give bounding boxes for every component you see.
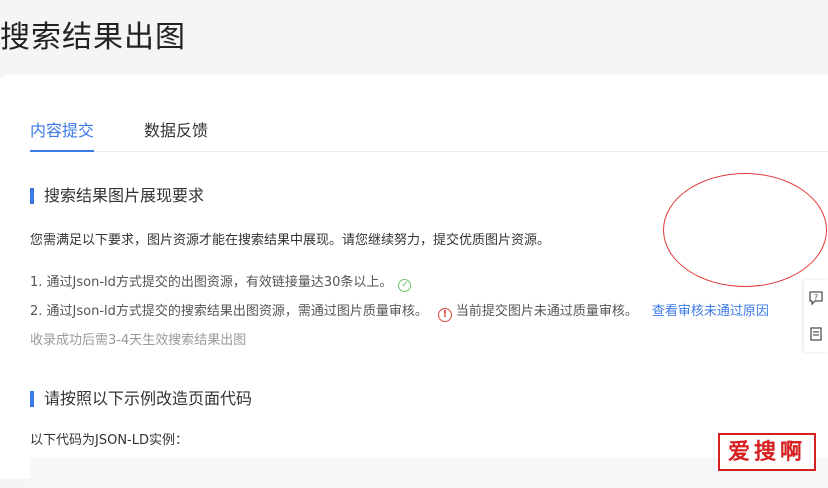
requirements-section-title: 搜索结果图片展现要求 — [30, 186, 204, 206]
tab-bar: 内容提交 数据反馈 — [30, 119, 828, 152]
warning-circle-icon: ! — [437, 308, 452, 322]
view-rejection-reason-link[interactable]: 查看审核未通过原因 — [652, 304, 769, 319]
effective-time-note: 收录成功后需3-4天生效搜索结果出图 — [30, 333, 247, 348]
side-toolbar: ? — [804, 280, 828, 352]
requirement-item-2-text: 2. 通过Json-ld方式提交的搜索结果出图资源，需通过图片质量审核。 — [30, 304, 428, 319]
watermark-logo: 爱搜啊 — [718, 433, 816, 471]
feedback-question-icon[interactable]: ? — [804, 280, 828, 316]
requirement-item-1-text: 1. 通过Json-ld方式提交的出图资源，有效链接量达30条以上。 — [30, 275, 393, 290]
tab-content-submit[interactable]: 内容提交 — [30, 119, 94, 152]
code-example-block — [30, 458, 828, 488]
requirements-intro: 您需满足以下要求，图片资源才能在搜索结果中展现。请您继续努力，提交优质图片资源。 — [30, 233, 551, 248]
requirement-item-1: 1. 通过Json-ld方式提交的出图资源，有效链接量达30条以上。 ✓ — [30, 274, 412, 292]
example-intro: 以下代码为JSON-LD实例： — [30, 433, 188, 448]
check-circle-icon: ✓ — [398, 279, 412, 292]
annotation-ellipse — [663, 173, 827, 287]
document-icon[interactable] — [804, 316, 828, 352]
tab-data-feedback[interactable]: 数据反馈 — [144, 119, 208, 152]
requirement-item-2: 2. 通过Json-ld方式提交的搜索结果出图资源，需通过图片质量审核。! 当前提… — [30, 303, 769, 322]
requirement-item-2-warning: 当前提交图片未通过质量审核。 — [455, 304, 638, 319]
example-section-title: 请按照以下示例改造页面代码 — [30, 389, 252, 409]
page-title: 搜索结果出图 — [0, 20, 186, 55]
svg-text:?: ? — [814, 293, 818, 302]
